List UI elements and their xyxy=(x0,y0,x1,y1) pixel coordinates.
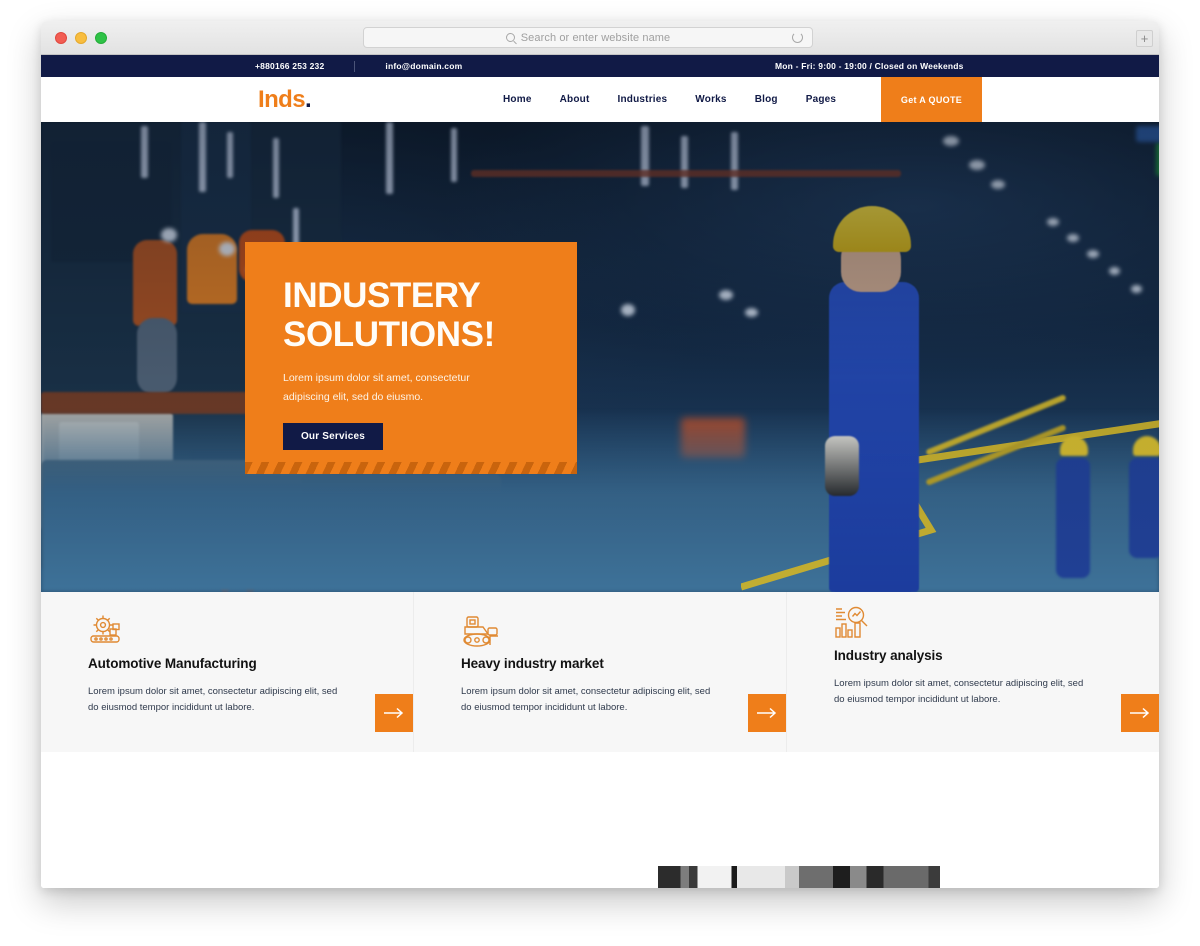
nav-item-about[interactable]: About xyxy=(560,94,590,105)
our-services-button[interactable]: Our Services xyxy=(283,423,383,450)
section-image-preview xyxy=(658,866,940,888)
browser-titlebar: Search or enter website name + xyxy=(41,21,1159,55)
service-card-title: Industry analysis xyxy=(834,648,943,663)
topbar-divider xyxy=(354,60,356,72)
arrow-right-icon[interactable] xyxy=(1121,694,1159,732)
topbar-phone[interactable]: +880166 253 232 xyxy=(255,61,324,71)
search-icon xyxy=(505,33,515,42)
arrow-right-icon[interactable] xyxy=(748,694,786,732)
hero-background-photo xyxy=(41,122,1159,592)
service-card-title: Heavy industry market xyxy=(461,656,604,671)
service-card-text: Lorem ipsum dolor sit amet, consectetur … xyxy=(461,686,711,713)
page-viewport: +880166 253 232 info@domain.com Mon - Fr… xyxy=(41,55,1159,888)
nav-item-home[interactable]: Home xyxy=(503,94,532,105)
get-a-quote-button[interactable]: Get A QUOTE xyxy=(881,77,982,122)
address-bar-placeholder: Search or enter website name xyxy=(520,31,671,44)
minimize-window-button[interactable] xyxy=(75,31,87,44)
topbar-email[interactable]: info@domain.com xyxy=(385,61,462,71)
traffic-lights xyxy=(55,31,107,44)
new-tab-button[interactable]: + xyxy=(1136,30,1153,47)
service-card-text: Lorem ipsum dolor sit amet, consectetur … xyxy=(88,686,338,713)
nav-item-industries[interactable]: Industries xyxy=(618,94,668,105)
next-section-area xyxy=(41,752,1159,888)
nav-item-blog[interactable]: Blog xyxy=(755,94,778,105)
reload-icon[interactable] xyxy=(792,32,803,43)
hero-paragraph: Lorem ipsum dolor sit amet, consectetur … xyxy=(283,372,470,403)
site-header: Inds. Home About Industries Works Blog P… xyxy=(41,77,1159,122)
zoom-window-button[interactable] xyxy=(95,31,107,44)
chart-magnifier-icon xyxy=(834,606,1125,642)
service-card-automotive-manufacturing[interactable]: Automotive Manufacturing Lorem ipsum dol… xyxy=(41,592,414,752)
hero-title-line1: INDUSTERY xyxy=(283,276,481,315)
service-card-industry-analysis[interactable]: Industry analysis Lorem ipsum dolor sit … xyxy=(787,592,1159,752)
gear-conveyor-icon xyxy=(88,614,379,650)
site-logo[interactable]: Inds. xyxy=(258,85,312,114)
logo-text: Inds xyxy=(258,85,306,113)
service-card-heavy-industry-market[interactable]: Heavy industry market Lorem ipsum dolor … xyxy=(414,592,787,752)
address-bar[interactable]: Search or enter website name xyxy=(363,27,813,48)
site-topbar: +880166 253 232 info@domain.com Mon - Fr… xyxy=(41,55,1159,77)
arrow-right-icon[interactable] xyxy=(375,694,413,732)
hero-title: INDUSTERY SOLUTIONS! xyxy=(283,276,547,354)
nav-item-works[interactable]: Works xyxy=(695,94,726,105)
logo-dot: . xyxy=(304,85,312,113)
service-card-title: Automotive Manufacturing xyxy=(88,656,257,671)
hero-stripe-decoration xyxy=(245,462,577,474)
bulldozer-icon xyxy=(461,614,752,650)
browser-window: Search or enter website name + +880166 2… xyxy=(41,21,1159,888)
hero-title-line2: SOLUTIONS! xyxy=(283,315,495,354)
primary-nav: Home About Industries Works Blog Pages xyxy=(503,94,836,105)
services-cards-row: Automotive Manufacturing Lorem ipsum dol… xyxy=(41,592,1159,752)
hero-content-card: INDUSTERY SOLUTIONS! Lorem ipsum dolor s… xyxy=(245,242,577,474)
close-window-button[interactable] xyxy=(55,31,67,44)
service-card-text: Lorem ipsum dolor sit amet, consectetur … xyxy=(834,678,1084,705)
hero-section: INDUSTERY SOLUTIONS! Lorem ipsum dolor s… xyxy=(41,122,1159,592)
topbar-hours: Mon - Fri: 9:00 - 19:00 / Closed on Week… xyxy=(775,61,964,71)
nav-item-pages[interactable]: Pages xyxy=(806,94,836,105)
